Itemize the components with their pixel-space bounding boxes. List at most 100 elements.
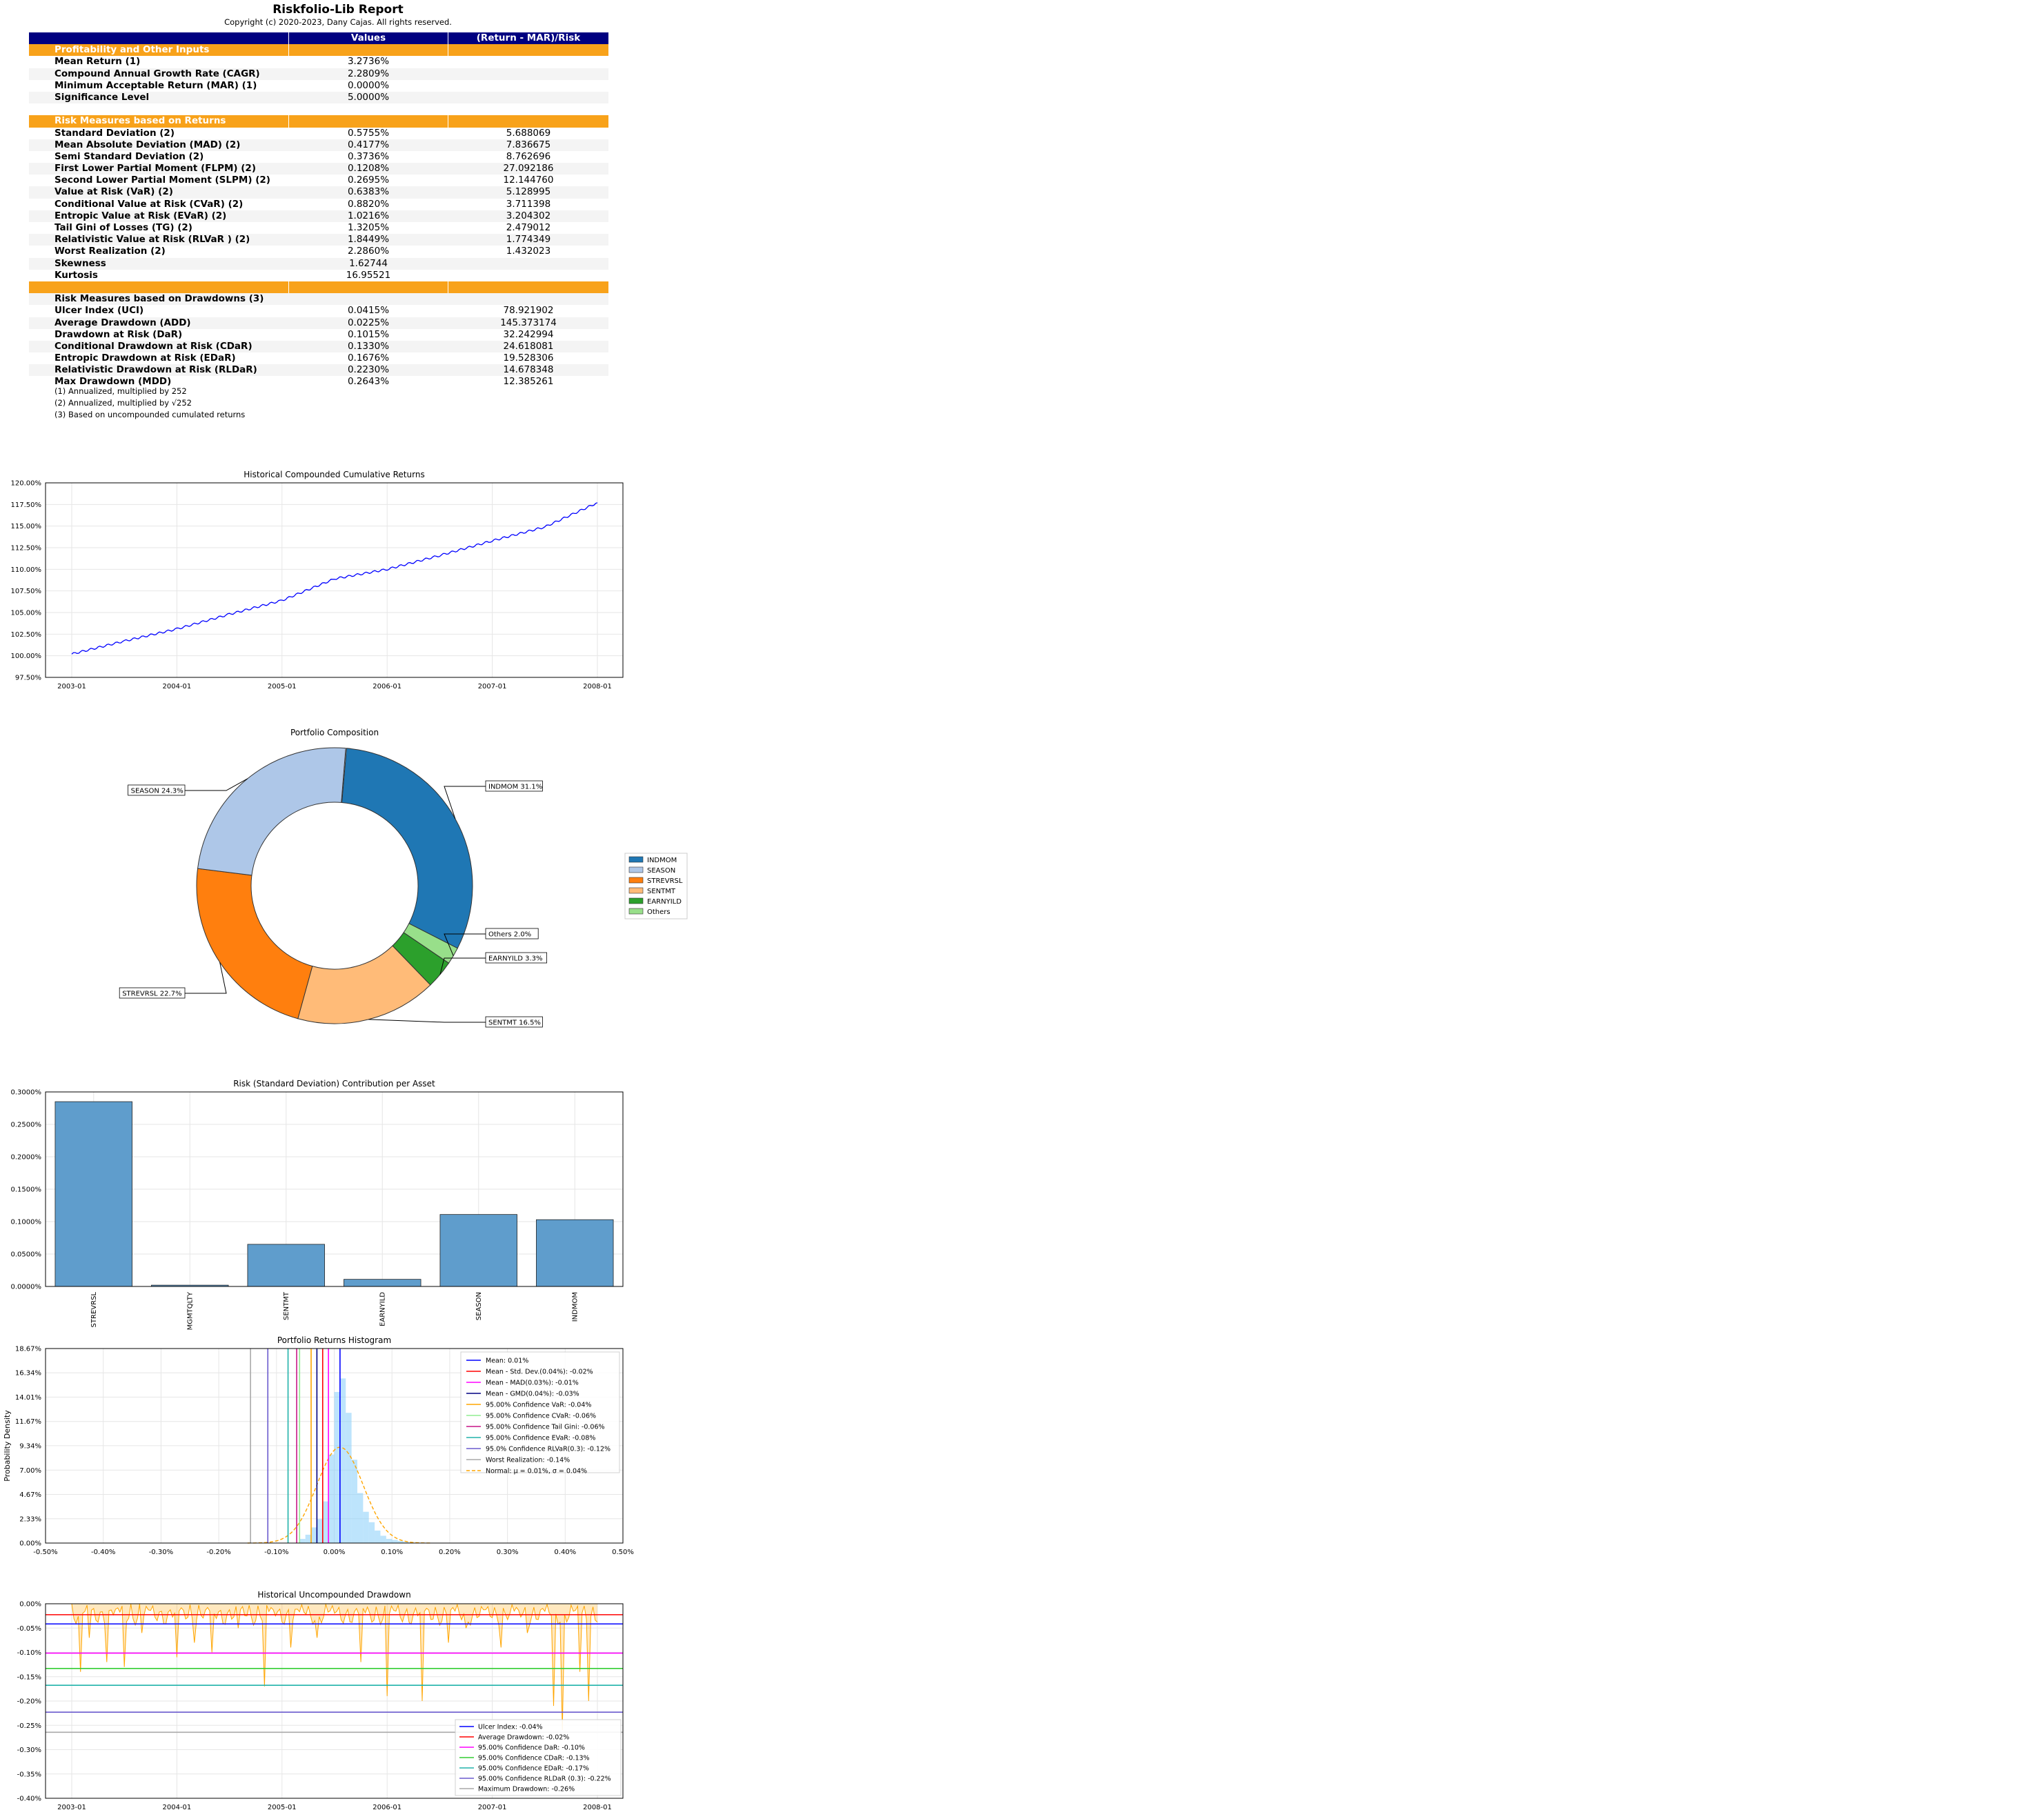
legend-swatch <box>628 877 644 884</box>
x-tick-label: MGMTQLTY <box>186 1291 194 1330</box>
legend-label: Maximum Drawdown: -0.26% <box>478 1786 575 1793</box>
y-tick-label: 120.00% <box>11 480 42 488</box>
y-tick-label: 105.00% <box>11 610 42 617</box>
bar-earnyild <box>344 1279 421 1287</box>
y-tick-label: 9.34% <box>19 1442 41 1450</box>
legend-label: 95.00% Confidence DaR: -0.10% <box>478 1744 585 1752</box>
histogram-legend: Mean: 0.01% Mean - Std. Dev.(0.04%): -0.0… <box>460 1351 620 1475</box>
slice-label: SEASON 24.3% <box>131 788 183 795</box>
y-tick-label: -0.40% <box>17 1796 41 1803</box>
histogram-bin <box>311 1527 317 1543</box>
y-tick-label: 11.67% <box>15 1418 41 1426</box>
legend-label: Mean - MAD(0.03%): -0.01% <box>486 1380 579 1387</box>
chart-title: Portfolio Returns Histogram <box>277 1335 391 1345</box>
y-tick-label: 0.3000% <box>11 1089 42 1097</box>
y-tick-label: -0.15% <box>17 1673 41 1681</box>
legend-label: Worst Realization: -0.14% <box>486 1457 570 1464</box>
x-tick-label: 2008-01 <box>583 683 612 690</box>
y-tick-label: -0.30% <box>17 1747 41 1754</box>
returns-histogram-chart: Portfolio Returns Histogram Probability D… <box>3 1335 634 1556</box>
histogram-bin <box>392 1540 398 1543</box>
x-tick-label: 2005-01 <box>268 683 297 690</box>
x-tick-label: 2004-01 <box>163 683 192 690</box>
histogram-bin <box>368 1522 375 1543</box>
y-tick-label: 112.50% <box>11 545 42 553</box>
y-tick-label: 18.67% <box>15 1346 41 1353</box>
cumulative-return-line <box>71 502 598 655</box>
x-tick-label: -0.40% <box>91 1549 115 1556</box>
legend-label: Average Drawdown: -0.02% <box>478 1734 569 1742</box>
y-tick-label: 115.00% <box>11 523 42 530</box>
slice-label: INDMOM 31.1% <box>488 784 542 791</box>
histogram-bin <box>375 1530 381 1543</box>
x-tick-label: -0.30% <box>149 1549 173 1556</box>
bar-season <box>439 1214 517 1287</box>
pie-legend: INDMOM SEASON STREVRSL SENTMT EARNYILD Others <box>624 853 688 919</box>
drawdown-area <box>72 1604 597 1731</box>
legend-label: Mean - GMD(0.04%): -0.03% <box>486 1391 579 1398</box>
histogram-bin <box>357 1493 364 1543</box>
legend-swatch <box>628 856 644 863</box>
y-axis-label: Probability Density <box>3 1410 12 1482</box>
legend-label: 95.00% Confidence EDaR: -0.17% <box>478 1765 589 1773</box>
y-tick-label: 0.0500% <box>11 1251 42 1259</box>
chart-title: Historical Compounded Cumulative Returns <box>244 470 424 479</box>
drawdown-chart: Historical Uncompounded Drawdown 0.00% -0.… <box>17 1590 624 1810</box>
x-tick-label: 0.50% <box>612 1549 634 1556</box>
histogram-bin <box>339 1378 346 1543</box>
drawdown-legend: Ulcer Index: -0.04% Average Drawdown: -0.… <box>455 1719 622 1796</box>
y-tick-label: 0.00% <box>19 1540 41 1548</box>
x-tick-label: 2003-01 <box>57 683 86 690</box>
x-tick-label: -0.20% <box>206 1549 230 1556</box>
slice-label: Others 2.0% <box>488 931 531 939</box>
slice-leader-line <box>368 1019 486 1023</box>
x-tick-label: SENTMT <box>283 1291 290 1320</box>
y-tick-label: 100.00% <box>11 653 42 660</box>
x-tick-label: 2007-01 <box>478 683 507 690</box>
y-tick-label: 102.50% <box>11 631 42 639</box>
pie-slice-strevrsl <box>196 868 313 1020</box>
y-tick-label: 0.2500% <box>11 1122 42 1129</box>
x-tick-label: INDMOM <box>571 1292 579 1322</box>
legend-label: INDMOM <box>647 857 677 864</box>
x-tick-label: -0.10% <box>264 1549 288 1556</box>
y-tick-label: 0.0000% <box>11 1284 42 1291</box>
y-tick-label: 0.1000% <box>11 1219 42 1226</box>
charts-canvas: Historical Compounded Cumulative Returns… <box>3 470 688 1810</box>
legend-label: Mean: 0.01% <box>486 1358 528 1365</box>
legend-swatch <box>628 866 644 873</box>
y-tick-label: 2.33% <box>19 1515 41 1523</box>
histogram-bin <box>305 1534 312 1543</box>
x-tick-label: 2008-01 <box>583 1804 612 1810</box>
legend-label: 95.0% Confidence RLVaR(0.3): -0.12% <box>486 1446 611 1453</box>
x-tick-label: 2004-01 <box>163 1804 192 1810</box>
x-tick-label: 0.00% <box>324 1549 346 1556</box>
histogram-bin <box>351 1460 357 1543</box>
legend-swatch <box>628 908 644 915</box>
legend-label: 95.00% Confidence CVaR: -0.06% <box>486 1413 596 1420</box>
x-tick-label: EARNYILD <box>379 1292 386 1326</box>
x-tick-label: STREVRSL <box>90 1292 98 1328</box>
slice-label: SENTMT 16.5% <box>488 1020 541 1027</box>
y-tick-label: 14.01% <box>15 1394 41 1402</box>
chart-title: Historical Uncompounded Drawdown <box>257 1590 410 1600</box>
histogram-bin <box>317 1519 323 1543</box>
legend-label: SEASON <box>647 867 675 875</box>
bar-indmom <box>536 1219 614 1287</box>
legend-label: 95.00% Confidence CDaR: -0.13% <box>478 1755 590 1762</box>
y-tick-label: 7.00% <box>19 1467 41 1475</box>
x-tick-label: 2006-01 <box>373 1804 401 1810</box>
portfolio-composition-chart: Portfolio Composition INDMOM 31.1% Others … <box>119 728 688 1028</box>
pie-slice-season <box>197 747 346 876</box>
histogram-bin <box>299 1538 306 1543</box>
legend-label: Normal: μ = 0.01%, σ = 0.04% <box>486 1468 587 1475</box>
legend-label: 95.00% Confidence VaR: -0.04% <box>486 1402 591 1409</box>
legend-label: SENTMT <box>647 888 676 895</box>
x-tick-label: 0.40% <box>554 1549 576 1556</box>
x-tick-label: 0.20% <box>439 1549 461 1556</box>
y-tick-label: -0.35% <box>17 1771 41 1778</box>
y-tick-label: 0.2000% <box>11 1154 42 1162</box>
y-tick-label: 110.00% <box>11 566 42 574</box>
histogram-bin <box>328 1454 335 1543</box>
legend-label: Others <box>647 908 671 916</box>
